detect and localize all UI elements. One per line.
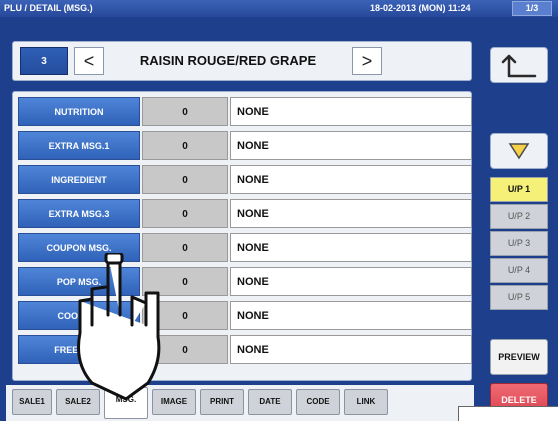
status-area	[458, 406, 558, 421]
date-time: 18-02-2013 (MON) 11:24	[370, 3, 471, 13]
table-row: NUTRITION 0 NONE	[18, 97, 472, 126]
row-text[interactable]: NONE	[230, 233, 472, 262]
row-label-button[interactable]: INGREDIENT	[18, 165, 140, 194]
back-button[interactable]	[490, 47, 548, 83]
row-text[interactable]: NONE	[230, 165, 472, 194]
table-row: EXTRA MSG.1 0 NONE	[18, 131, 472, 160]
row-label-button[interactable]: EXTRA MSG.1	[18, 131, 140, 160]
pointing-hand-icon	[77, 253, 161, 401]
tab-sale1[interactable]: SALE1	[12, 389, 52, 415]
row-label-button[interactable]: EXTRA MSG.3	[18, 199, 140, 228]
unit-price-2-button[interactable]: U/P 2	[490, 204, 548, 229]
row-label-button[interactable]: NUTRITION	[18, 97, 140, 126]
unit-price-3-button[interactable]: U/P 3	[490, 231, 548, 256]
plu-number[interactable]: 3	[20, 47, 68, 75]
row-text[interactable]: NONE	[230, 131, 472, 160]
row-text[interactable]: NONE	[230, 301, 472, 330]
scroll-down-button[interactable]	[490, 133, 548, 169]
unit-price-4-button[interactable]: U/P 4	[490, 258, 548, 283]
tab-code[interactable]: CODE	[296, 389, 340, 415]
row-value[interactable]: 0	[142, 199, 228, 228]
main-area: 3 < RAISIN ROUGE/RED GRAPE > NUTRITION 0…	[0, 17, 558, 421]
tab-link[interactable]: LINK	[344, 389, 388, 415]
next-item-button[interactable]: >	[352, 47, 382, 75]
row-value[interactable]: 0	[142, 131, 228, 160]
triangle-down-icon	[508, 143, 530, 160]
preview-button[interactable]: PREVIEW	[490, 339, 548, 375]
title-bar: PLU / DETAIL (MSG.) 18-02-2013 (MON) 11:…	[0, 0, 558, 17]
row-text[interactable]: NONE	[230, 335, 472, 364]
row-value[interactable]: 0	[142, 97, 228, 126]
row-text[interactable]: NONE	[230, 267, 472, 296]
tab-date[interactable]: DATE	[248, 389, 292, 415]
item-name: RAISIN ROUGE/RED GRAPE	[139, 53, 317, 68]
table-row: EXTRA MSG.3 0 NONE	[18, 199, 472, 228]
page-indicator: 1/3	[512, 1, 552, 16]
return-arrow-icon	[501, 54, 537, 78]
prev-item-button[interactable]: <	[74, 47, 104, 75]
unit-price-1-button[interactable]: U/P 1	[490, 177, 548, 202]
screen-title: PLU / DETAIL (MSG.)	[4, 3, 93, 13]
tab-print[interactable]: PRINT	[200, 389, 244, 415]
row-text[interactable]: NONE	[230, 97, 472, 126]
unit-price-5-button[interactable]: U/P 5	[490, 285, 548, 310]
row-value[interactable]: 0	[142, 165, 228, 194]
row-text[interactable]: NONE	[230, 199, 472, 228]
table-row: INGREDIENT 0 NONE	[18, 165, 472, 194]
